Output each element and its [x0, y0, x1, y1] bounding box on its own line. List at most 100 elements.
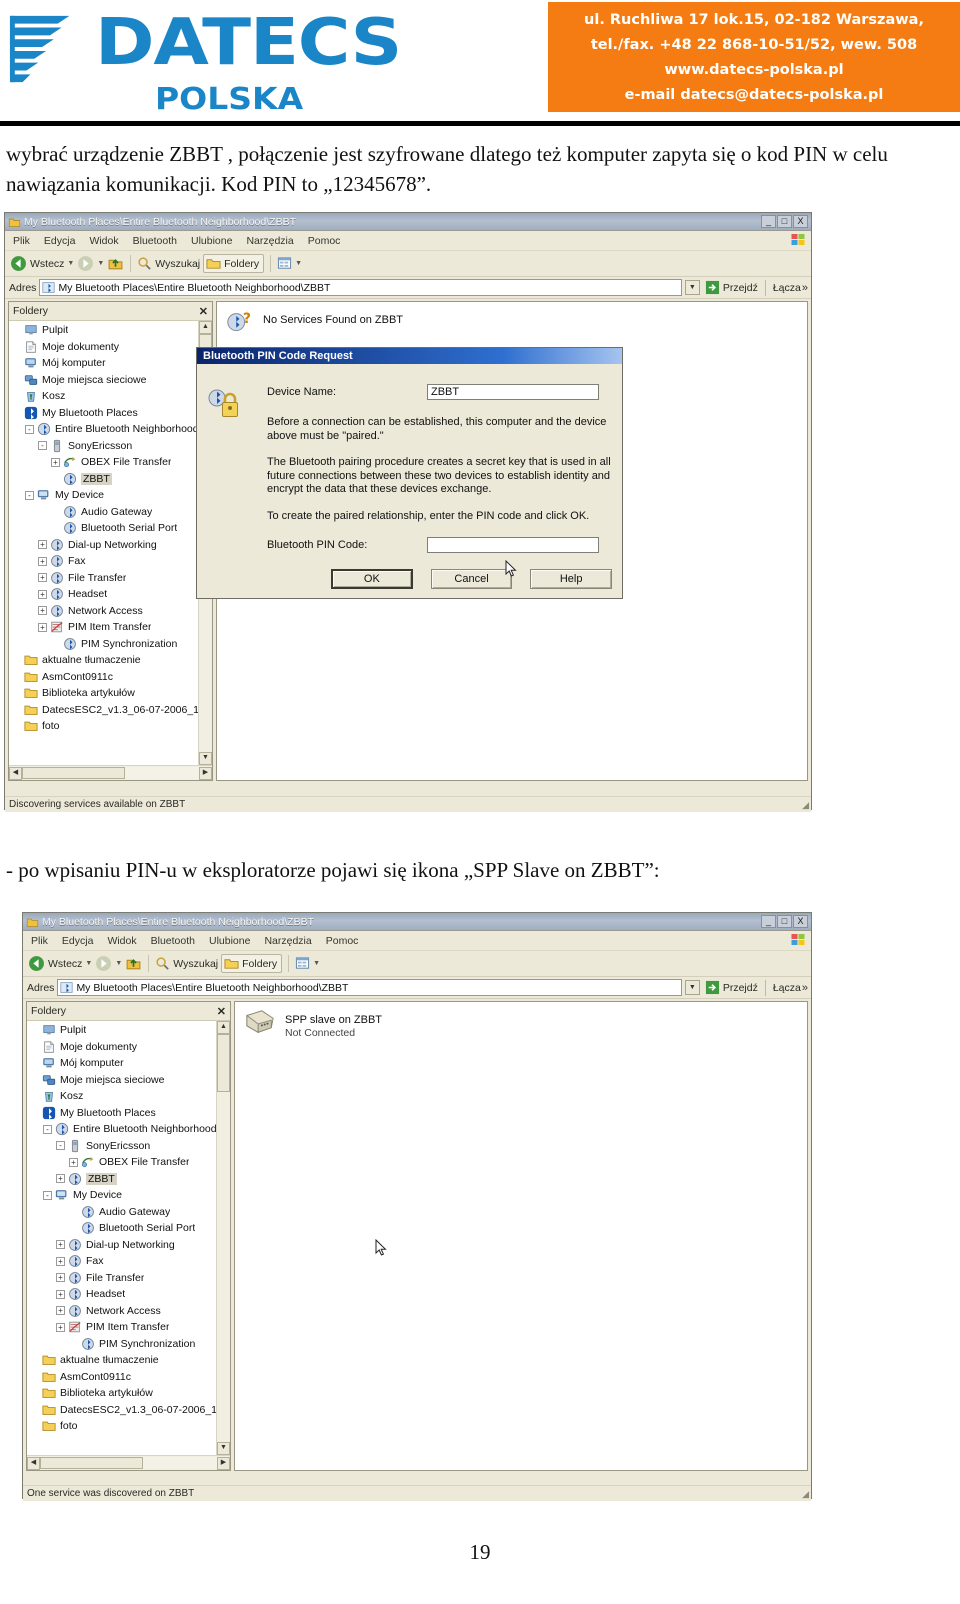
tree-node[interactable]: foto	[9, 718, 212, 735]
expand-icon[interactable]: +	[38, 573, 47, 583]
tree-node[interactable]: My Bluetooth Places	[9, 405, 212, 422]
tree-node[interactable]: - Entire Bluetooth Neighborhood	[9, 421, 212, 438]
hscroll-thumb[interactable]	[22, 767, 125, 779]
hscroll-thumb-2[interactable]	[40, 1457, 143, 1469]
tree-node[interactable]: Audio Gateway	[9, 504, 212, 521]
tree-node[interactable]: DatecsESC2_v1.3_06-07-2006_10-	[9, 702, 212, 719]
tree-node[interactable]: Biblioteka artykułów	[27, 1385, 230, 1402]
window2-menubar[interactable]: Plik Edycja Widok Bluetooth Ulubione Nar…	[23, 931, 811, 951]
tree-node[interactable]: Bluetooth Serial Port	[27, 1220, 230, 1237]
maximize-button[interactable]: □	[777, 215, 792, 228]
tree-node[interactable]: PIM Synchronization	[27, 1336, 230, 1353]
tree-node[interactable]: - SonyEricsson	[9, 438, 212, 455]
maximize-button-2[interactable]: □	[777, 915, 792, 928]
tree-node[interactable]: + Headset	[9, 586, 212, 603]
window2-toolbar[interactable]: Wstecz ▼ ▼ Wyszukaj Foldery ▼	[23, 951, 811, 977]
chevron-down-icon-4[interactable]: ▼	[85, 960, 92, 967]
hscroll-right-arrow-icon[interactable]: ▶	[199, 766, 212, 780]
dialog-titlebar[interactable]: Bluetooth PIN Code Request	[197, 348, 622, 364]
go-button-2[interactable]: Przejdź	[705, 980, 758, 995]
expand-icon[interactable]: +	[56, 1240, 65, 1250]
expand-icon[interactable]: +	[56, 1306, 65, 1316]
views-button-2[interactable]: ▼	[295, 956, 320, 971]
tree-node[interactable]: + File Transfer	[27, 1270, 230, 1287]
window1-titlebar[interactable]: My Bluetooth Places\Entire Bluetooth Nei…	[5, 213, 811, 231]
scroll-down-arrow-icon-2[interactable]: ▼	[217, 1442, 230, 1455]
collapse-icon[interactable]: -	[25, 490, 34, 500]
tree-node[interactable]: Mój komputer	[27, 1055, 230, 1072]
pin-code-input[interactable]	[427, 537, 599, 553]
tree-node[interactable]: - Entire Bluetooth Neighborhood	[27, 1121, 230, 1138]
menu-bluetooth[interactable]: Bluetooth	[133, 235, 177, 247]
expand-icon[interactable]: +	[56, 1273, 65, 1283]
expand-icon[interactable]: +	[38, 556, 47, 566]
resize-grip-icon[interactable]: ◢	[802, 800, 809, 811]
ok-button[interactable]: OK	[331, 569, 413, 589]
menu2-edycja[interactable]: Edycja	[62, 935, 94, 947]
menu2-bluetooth[interactable]: Bluetooth	[151, 935, 195, 947]
menu-pomoc[interactable]: Pomoc	[308, 235, 341, 247]
go-button[interactable]: Przejdź	[705, 280, 758, 295]
expand-icon[interactable]: +	[56, 1322, 65, 1332]
address-input-2[interactable]: My Bluetooth Places\Entire Bluetooth Nei…	[57, 979, 682, 996]
tree-node[interactable]: Moje dokumenty	[9, 339, 212, 356]
hscroll-track[interactable]	[22, 767, 199, 779]
tree2-horizontal-scrollbar[interactable]: ◀ ▶	[27, 1455, 230, 1470]
links-button-2[interactable]: Łącza »	[773, 982, 811, 994]
back-button-2[interactable]: Wstecz ▼	[28, 955, 92, 972]
tree-node[interactable]: + PIM Item Transfer	[9, 619, 212, 636]
tree-node[interactable]: + PIM Item Transfer	[27, 1319, 230, 1336]
menu2-narzedzia[interactable]: Narzędzia	[264, 935, 311, 947]
tree-node[interactable]: + Dial-up Networking	[9, 537, 212, 554]
address-dropdown-arrow-2[interactable]: ▼	[684, 980, 700, 995]
expand-icon[interactable]: +	[38, 589, 47, 599]
minimize-button[interactable]: _	[761, 215, 776, 228]
address-input[interactable]: My Bluetooth Places\Entire Bluetooth Nei…	[39, 279, 682, 296]
window1-addressbar[interactable]: Adres My Bluetooth Places\Entire Bluetoo…	[5, 277, 811, 299]
forward-button-2[interactable]: ▼	[95, 955, 122, 972]
tree-node[interactable]: aktualne tłumaczenie	[27, 1352, 230, 1369]
tree-node[interactable]: Moje miejsca sieciowe	[27, 1072, 230, 1089]
chevron-down-icon[interactable]: ▼	[67, 260, 74, 267]
tree-node[interactable]: + OBEX File Transfer	[9, 454, 212, 471]
tree-node[interactable]: DatecsESC2_v1.3_06-07-2006_10-	[27, 1402, 230, 1419]
collapse-icon[interactable]: -	[43, 1124, 52, 1134]
tree-node[interactable]: Kosz	[27, 1088, 230, 1105]
tree-node[interactable]: My Bluetooth Places	[27, 1105, 230, 1122]
tree-node[interactable]: Kosz	[9, 388, 212, 405]
links-button[interactable]: Łącza »	[773, 282, 811, 294]
views-button[interactable]: ▼	[277, 256, 302, 271]
menu-plik[interactable]: Plik	[13, 235, 30, 247]
tree-node[interactable]: + Headset	[27, 1286, 230, 1303]
window2-folder-tree[interactable]: Pulpit Moje dokumenty Mój komputer Moje mie…	[27, 1021, 230, 1455]
minimize-button-2[interactable]: _	[761, 915, 776, 928]
hscroll-track-2[interactable]	[40, 1457, 217, 1469]
tree-node[interactable]: AsmCont0911c	[9, 669, 212, 686]
scroll-thumb-2[interactable]	[217, 1034, 230, 1092]
tree-node[interactable]: aktualne tłumaczenie	[9, 652, 212, 669]
tree-node[interactable]: + Network Access	[27, 1303, 230, 1320]
tree2-vertical-scrollbar[interactable]: ▲ ▼	[216, 1021, 230, 1455]
folders-button-2[interactable]: Foldery	[221, 954, 283, 973]
tree-node[interactable]: + Fax	[9, 553, 212, 570]
chevron-right-icon[interactable]: »	[802, 282, 808, 294]
window2-list-pane[interactable]: SPP slave on ZBBT Not Connected	[234, 1001, 808, 1471]
chevron-down-icon-6[interactable]: ▼	[313, 960, 320, 967]
cancel-button[interactable]: Cancel	[430, 569, 513, 589]
tree-node[interactable]: - My Device	[27, 1187, 230, 1204]
folders-button[interactable]: Foldery	[203, 254, 265, 273]
menu-narzedzia[interactable]: Narzędzia	[246, 235, 293, 247]
window1-controls[interactable]: _ □ X	[761, 215, 808, 228]
dialog-button-row[interactable]: OK Cancel Help	[331, 569, 612, 589]
scroll-up-arrow-icon[interactable]: ▲	[199, 321, 212, 334]
expand-icon[interactable]: +	[56, 1256, 65, 1266]
search-button-2[interactable]: Wyszukaj	[155, 956, 218, 971]
tree-horizontal-scrollbar[interactable]: ◀ ▶	[9, 765, 212, 780]
menu2-plik[interactable]: Plik	[31, 935, 48, 947]
search-button[interactable]: Wyszukaj	[137, 256, 200, 271]
close-button[interactable]: X	[793, 215, 808, 228]
folders-pane-close-icon[interactable]: ✕	[199, 305, 208, 318]
tree-node[interactable]: Bluetooth Serial Port	[9, 520, 212, 537]
back-button[interactable]: Wstecz ▼	[10, 255, 74, 272]
tree-node[interactable]: + ZBBT	[27, 1171, 230, 1188]
